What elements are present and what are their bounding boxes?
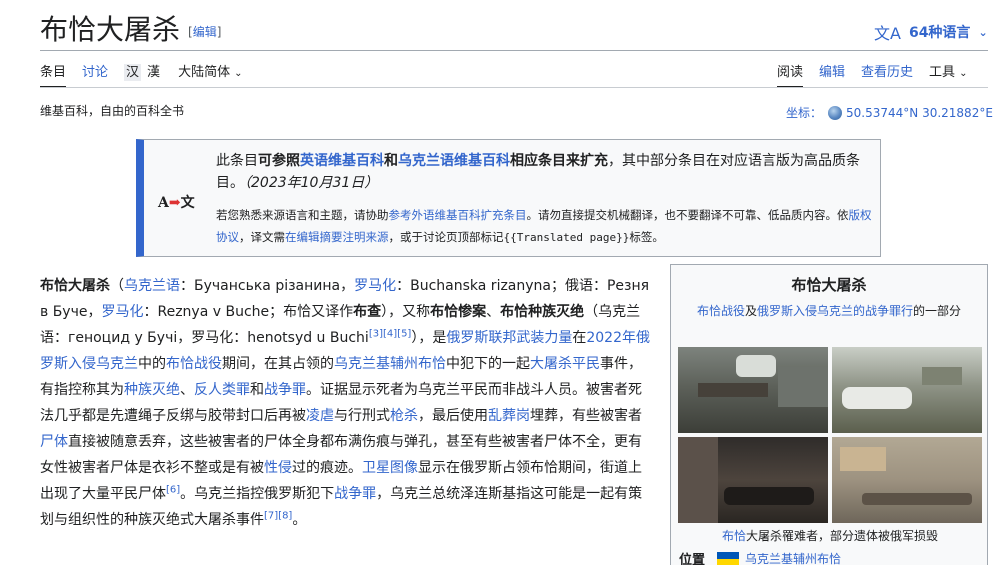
photo-crushed-car-road[interactable] xyxy=(832,347,982,433)
globe-icon[interactable] xyxy=(828,105,843,120)
infobox: 布恰大屠杀 布恰战役及俄罗斯入侵乌克兰的战争罪行的一部分 布恰大屠杀罹难者，部分… xyxy=(670,264,988,565)
link-ukrainian-wikipedia[interactable]: 乌克兰语维基百科 xyxy=(398,153,510,169)
chevron-down-icon: ⌄ xyxy=(978,25,988,39)
photo-victims-basement[interactable] xyxy=(678,437,828,523)
location-value[interactable]: 乌克兰基辅州布恰 xyxy=(745,550,841,565)
namespace-tabs: 条目 讨论 汉漢 大陆简体 ⌄ xyxy=(40,62,258,88)
tab-edit[interactable]: 编辑 xyxy=(819,61,845,88)
page-title-text: 布恰大屠杀 xyxy=(40,13,181,46)
title-edit-link: [编辑] xyxy=(188,25,222,39)
link-battle-of-bucha[interactable]: 布恰战役 xyxy=(697,304,745,318)
link-satellite-imagery[interactable]: 卫星图像 xyxy=(362,460,418,476)
infobox-title: 布恰大屠杀 xyxy=(791,276,867,294)
link-war-crimes-invasion[interactable]: 俄罗斯入侵乌克兰的战争罪行 xyxy=(757,304,913,318)
chevron-down-icon: ⌄ xyxy=(234,68,243,79)
variant-traditional[interactable]: 漢 xyxy=(145,64,162,81)
link-romanization[interactable]: 罗马化 xyxy=(354,278,396,294)
ukraine-flag-icon xyxy=(717,551,740,565)
link-shooting[interactable]: 枪杀 xyxy=(390,408,418,424)
translation-notice: A➡文 此条目可参照英语维基百科和乌克兰语维基百科相应条目来扩充，其中部分条目在… xyxy=(136,139,881,257)
view-tabs: 阅读 编辑 查看历史 工具 ⌄ xyxy=(777,62,967,88)
link-massacre[interactable]: 大屠杀 xyxy=(530,356,572,372)
coordinates-value[interactable]: 50.53744°N 30.21882°E xyxy=(846,106,993,120)
link-bucha[interactable]: 布恰 xyxy=(722,529,746,543)
reference-link[interactable]: [5] xyxy=(397,328,411,339)
translate-notice-icon: A➡文 xyxy=(158,195,195,211)
photo-bodies-roadside[interactable] xyxy=(832,437,982,523)
location-label: 位置 xyxy=(679,553,706,565)
tab-article[interactable]: 条目 xyxy=(40,61,67,88)
link-genocide[interactable]: 种族灭绝 xyxy=(124,382,180,398)
language-count-label: 64种语言 xyxy=(908,25,971,41)
link-mass-grave[interactable]: 乱葬岗 xyxy=(488,408,530,424)
link-battle-of-bucha[interactable]: 布恰战役 xyxy=(166,356,222,372)
reference-link[interactable]: [7] xyxy=(264,510,278,521)
link-ukrainian-language[interactable]: 乌克兰语 xyxy=(124,278,180,294)
chevron-down-icon: ⌄ xyxy=(959,68,968,79)
link-sexual-assault[interactable]: 性侵 xyxy=(264,460,292,476)
notice-main-text: 此条目可参照英语维基百科和乌克兰语维基百科相应条目来扩充，其中部分条目在对应语言… xyxy=(216,153,860,191)
page-title: 布恰大屠杀 [编辑] xyxy=(40,8,221,48)
link-attribution[interactable]: 在编辑摘要注明来源 xyxy=(285,230,389,244)
link-war-crime[interactable]: 战争罪 xyxy=(264,382,306,398)
notice-date: （2023年10月31日） xyxy=(244,175,379,191)
coordinates-label[interactable]: 坐标： xyxy=(786,104,822,121)
tab-history[interactable]: 查看历史 xyxy=(861,61,913,88)
link-war-crime[interactable]: 战争罪 xyxy=(334,486,376,502)
edit-title-button[interactable]: 编辑 xyxy=(193,25,217,39)
reference-link[interactable]: [6] xyxy=(166,484,180,495)
link-expand-guide[interactable]: 参考外语维基百科扩充条目 xyxy=(389,208,527,222)
reference-link[interactable]: [3] xyxy=(369,328,383,339)
infobox-photo-montage[interactable] xyxy=(678,347,982,523)
article-lead-paragraph: 布恰大屠杀（乌克兰语：Бучанська різанина，罗马化：Buchan… xyxy=(40,278,650,528)
link-corpse[interactable]: 尸体 xyxy=(40,434,68,450)
variant-toggle[interactable]: 汉漢 xyxy=(124,61,178,88)
photo-destroyed-car-street[interactable] xyxy=(678,347,828,433)
infobox-location-row: 位置 乌克兰基辅州布恰 xyxy=(679,549,841,565)
link-civilian[interactable]: 平民 xyxy=(572,356,600,372)
reference-link[interactable]: [8] xyxy=(278,510,292,521)
variant-select[interactable]: 大陆简体 ⌄ xyxy=(178,61,242,88)
link-bucha[interactable]: 乌克兰基辅州布恰 xyxy=(334,356,446,372)
link-english-wikipedia[interactable]: 英语维基百科 xyxy=(300,153,384,169)
variant-select-label: 大陆简体 xyxy=(178,65,231,80)
link-romanization[interactable]: 罗马化 xyxy=(101,304,143,320)
notice-sub-text: 若您熟悉来源语言和主题，请协助参考外语维基百科扩充条目。请勿直接提交机械翻译，也… xyxy=(216,208,872,244)
tools-menu[interactable]: 工具 ⌄ xyxy=(929,61,967,88)
variant-simplified[interactable]: 汉 xyxy=(124,64,142,81)
link-torture[interactable]: 凌虐 xyxy=(306,408,334,424)
reference-link[interactable]: [4] xyxy=(383,328,397,339)
infobox-caption: 布恰大屠杀罹难者，部分遗体被俄军损毁 xyxy=(721,529,939,543)
site-tagline: 维基百科，自由的百科全书 xyxy=(40,104,185,118)
infobox-subtitle: 布恰战役及俄罗斯入侵乌克兰的战争罪行的一部分 xyxy=(696,304,962,318)
template-code: {{Translated page}} xyxy=(503,231,630,244)
link-russian-armed-forces[interactable]: 俄罗斯联邦武装力量 xyxy=(446,330,572,346)
tools-label: 工具 xyxy=(929,65,956,80)
tab-talk[interactable]: 讨论 xyxy=(82,61,108,88)
tab-read[interactable]: 阅读 xyxy=(777,61,804,88)
translate-icon: 文A xyxy=(874,24,901,43)
tabs-divider xyxy=(40,87,988,88)
title-divider xyxy=(40,50,988,51)
link-crimes-against-humanity[interactable]: 反人类罪 xyxy=(194,382,250,398)
coordinates: 坐标： 50.53744°N 30.21882°E xyxy=(786,104,993,121)
language-button[interactable]: 文A 64种语言 ⌄ xyxy=(874,20,988,44)
